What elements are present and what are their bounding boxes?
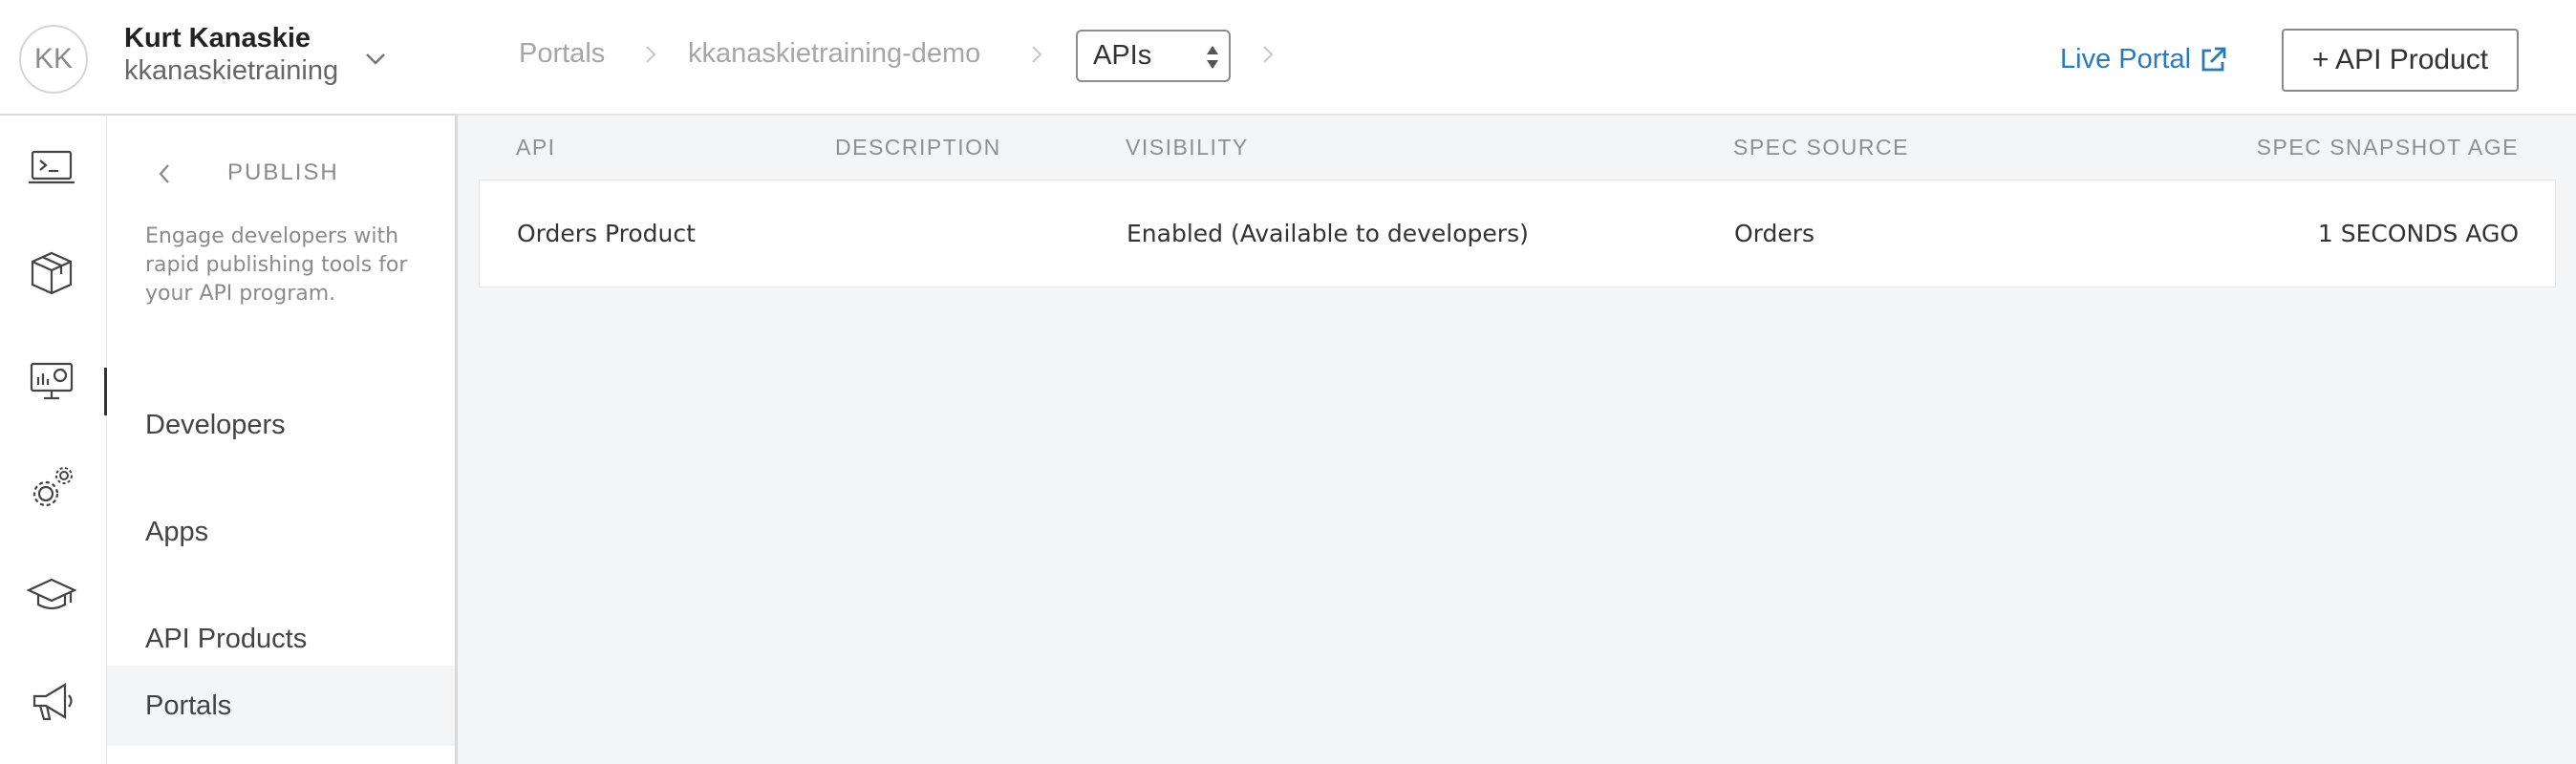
column-header-description[interactable]: DESCRIPTION — [835, 135, 1001, 160]
subnav-description: Engage developers with rapid publishing … — [145, 224, 408, 306]
admin-icon[interactable] — [23, 459, 80, 517]
section-select-value: APIs — [1093, 40, 1152, 71]
column-header-spec-snapshot-age[interactable]: SPEC SNAPSHOT AGE — [2257, 135, 2519, 160]
subnav-item-label: Developers — [145, 409, 286, 440]
table-row[interactable]: Orders Product Enabled (Available to dev… — [479, 180, 2556, 287]
column-header-visibility[interactable]: VISIBILITY — [1126, 135, 1249, 160]
cell-visibility: Enabled (Available to developers) — [1127, 220, 1529, 247]
live-portal-link[interactable]: Live Portal — [2060, 44, 2227, 75]
cell-api[interactable]: Orders Product — [517, 220, 696, 247]
chevron-right-icon — [646, 46, 656, 63]
section-select[interactable]: APIs — [1076, 30, 1231, 82]
avatar[interactable]: KK — [19, 25, 88, 94]
chevron-right-icon — [1032, 46, 1042, 63]
subnav-title: PUBLISH — [227, 159, 339, 185]
chevron-left-icon[interactable] — [157, 161, 172, 186]
subnav-item-developers[interactable]: Developers — [107, 385, 455, 465]
user-name[interactable]: Kurt Kanaskie — [124, 23, 311, 54]
main-content: API DESCRIPTION VISIBILITY SPEC SOURCE S… — [458, 114, 2576, 764]
publish-icon[interactable] — [23, 245, 80, 303]
cell-spec-source: Orders — [1734, 220, 1815, 247]
subnav-item-apps[interactable]: Apps — [107, 492, 455, 572]
develop-icon[interactable] — [23, 138, 80, 196]
add-api-product-button[interactable]: + API Product — [2282, 29, 2519, 92]
external-link-icon — [2201, 47, 2226, 71]
chevron-down-icon[interactable] — [363, 46, 388, 71]
breadcrumb-portal-name[interactable]: kkanaskietraining-demo — [688, 38, 980, 70]
learn-icon[interactable] — [23, 566, 80, 624]
subnav-item-label: Portals — [145, 690, 232, 721]
analyze-icon[interactable] — [23, 352, 80, 410]
top-header: KK Kurt Kanaskie kkanaskietraining Porta… — [0, 0, 2576, 114]
column-header-spec-source[interactable]: SPEC SOURCE — [1733, 135, 1909, 160]
chevron-right-icon — [1263, 46, 1274, 63]
live-portal-label: Live Portal — [2060, 44, 2192, 74]
column-header-api[interactable]: API — [516, 135, 556, 160]
publish-subnav: PUBLISH Engage developers with rapid pub… — [107, 114, 458, 764]
announcements-icon[interactable] — [23, 673, 80, 731]
icon-rail — [0, 114, 107, 764]
subnav-item-label: API Products — [145, 623, 308, 654]
user-org[interactable]: kkanaskietraining — [124, 55, 338, 87]
subnav-item-portals[interactable]: Portals — [107, 666, 455, 746]
cell-spec-snapshot-age: 1 SECONDS AGO — [2317, 220, 2519, 247]
subnav-item-label: Apps — [145, 516, 209, 547]
select-arrows-icon — [1207, 46, 1218, 69]
breadcrumb-portals[interactable]: Portals — [519, 38, 605, 70]
